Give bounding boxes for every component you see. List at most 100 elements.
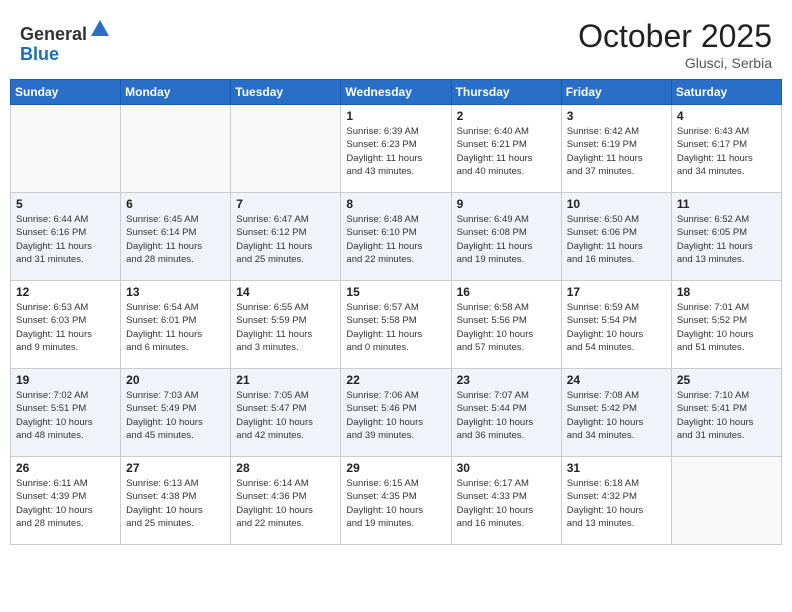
day-number: 6 [126, 197, 225, 211]
day-info: Sunrise: 6:48 AM Sunset: 6:10 PM Dayligh… [346, 213, 445, 266]
day-info: Sunrise: 7:05 AM Sunset: 5:47 PM Dayligh… [236, 389, 335, 442]
day-number: 24 [567, 373, 666, 387]
day-info: Sunrise: 6:45 AM Sunset: 6:14 PM Dayligh… [126, 213, 225, 266]
calendar-day-cell: 17Sunrise: 6:59 AM Sunset: 5:54 PM Dayli… [561, 281, 671, 369]
calendar-day-cell: 16 Sunrise: 6:58 AM Sunset: 5:56 PM Dayli… [451, 281, 561, 369]
day-info: Sunrise: 6:18 AM Sunset: 4:32 PM Dayligh… [567, 477, 666, 530]
day-info: Sunrise: 6:54 AM Sunset: 6:01 PM Dayligh… [126, 301, 225, 354]
day-info: Sunrise: 6:57 AM Sunset: 5:58 PM Dayligh… [346, 301, 445, 354]
day-number: 2 [457, 109, 556, 123]
calendar-day-cell: 20Sunrise: 7:03 AM Sunset: 5:49 PM Dayli… [121, 369, 231, 457]
day-number: 28 [236, 461, 335, 475]
calendar-day-cell: 10 Sunrise: 6:50 AM Sunset: 6:06 PM Dayli… [561, 193, 671, 281]
calendar-day-cell: 11 Sunrise: 6:52 AM Sunset: 6:05 PM Dayli… [671, 193, 781, 281]
calendar-week-row: 26 Sunrise: 6:11 AM Sunset: 4:39 PM Dayli… [11, 457, 782, 545]
day-number: 29 [346, 461, 445, 475]
calendar-day-cell: 27Sunrise: 6:13 AM Sunset: 4:38 PM Dayli… [121, 457, 231, 545]
weekday-header-saturday: Saturday [671, 80, 781, 105]
calendar-day-cell: 1 Sunrise: 6:39 AM Sunset: 6:23 PM Daylig… [341, 105, 451, 193]
calendar-day-cell: 30Sunrise: 6:17 AM Sunset: 4:33 PM Dayli… [451, 457, 561, 545]
day-number: 1 [346, 109, 445, 123]
day-info: Sunrise: 6:44 AM Sunset: 6:16 PM Dayligh… [16, 213, 115, 266]
logo-icon [89, 18, 111, 40]
weekday-header-thursday: Thursday [451, 80, 561, 105]
day-number: 9 [457, 197, 556, 211]
weekday-header-monday: Monday [121, 80, 231, 105]
day-number: 5 [16, 197, 115, 211]
day-number: 16 [457, 285, 556, 299]
day-info: Sunrise: 6:14 AM Sunset: 4:36 PM Dayligh… [236, 477, 335, 530]
calendar-week-row: 12 Sunrise: 6:53 AM Sunset: 6:03 PM Dayli… [11, 281, 782, 369]
calendar-day-cell: 5 Sunrise: 6:44 AM Sunset: 6:16 PM Daylig… [11, 193, 121, 281]
calendar-day-cell: 24 Sunrise: 7:08 AM Sunset: 5:42 PM Dayli… [561, 369, 671, 457]
day-info: Sunrise: 7:08 AM Sunset: 5:42 PM Dayligh… [567, 389, 666, 442]
calendar-empty-cell [121, 105, 231, 193]
calendar-day-cell: 14 Sunrise: 6:55 AM Sunset: 5:59 PM Dayli… [231, 281, 341, 369]
calendar-day-cell: 21 Sunrise: 7:05 AM Sunset: 5:47 PM Dayli… [231, 369, 341, 457]
day-info: Sunrise: 6:52 AM Sunset: 6:05 PM Dayligh… [677, 213, 776, 266]
day-number: 11 [677, 197, 776, 211]
calendar-day-cell: 28 Sunrise: 6:14 AM Sunset: 4:36 PM Dayli… [231, 457, 341, 545]
day-info: Sunrise: 6:50 AM Sunset: 6:06 PM Dayligh… [567, 213, 666, 266]
day-info: Sunrise: 6:55 AM Sunset: 5:59 PM Dayligh… [236, 301, 335, 354]
day-number: 26 [16, 461, 115, 475]
day-number: 10 [567, 197, 666, 211]
day-number: 31 [567, 461, 666, 475]
day-info: Sunrise: 7:03 AM Sunset: 5:49 PM Dayligh… [126, 389, 225, 442]
calendar-day-cell: 4Sunrise: 6:43 AM Sunset: 6:17 PM Daylig… [671, 105, 781, 193]
day-number: 7 [236, 197, 335, 211]
day-info: Sunrise: 6:11 AM Sunset: 4:39 PM Dayligh… [16, 477, 115, 530]
weekday-header-wednesday: Wednesday [341, 80, 451, 105]
day-info: Sunrise: 7:06 AM Sunset: 5:46 PM Dayligh… [346, 389, 445, 442]
day-info: Sunrise: 6:58 AM Sunset: 5:56 PM Dayligh… [457, 301, 556, 354]
day-info: Sunrise: 6:40 AM Sunset: 6:21 PM Dayligh… [457, 125, 556, 178]
weekday-header-row: SundayMondayTuesdayWednesdayThursdayFrid… [11, 80, 782, 105]
day-info: Sunrise: 7:02 AM Sunset: 5:51 PM Dayligh… [16, 389, 115, 442]
calendar-week-row: 19Sunrise: 7:02 AM Sunset: 5:51 PM Dayli… [11, 369, 782, 457]
weekday-header-friday: Friday [561, 80, 671, 105]
weekday-header-sunday: Sunday [11, 80, 121, 105]
day-number: 23 [457, 373, 556, 387]
day-info: Sunrise: 6:15 AM Sunset: 4:35 PM Dayligh… [346, 477, 445, 530]
logo-blue: Blue [20, 44, 59, 64]
calendar-day-cell: 25Sunrise: 7:10 AM Sunset: 5:41 PM Dayli… [671, 369, 781, 457]
calendar-day-cell: 31 Sunrise: 6:18 AM Sunset: 4:32 PM Dayli… [561, 457, 671, 545]
day-number: 18 [677, 285, 776, 299]
month-title: October 2025 [578, 18, 772, 55]
calendar-day-cell: 22 Sunrise: 7:06 AM Sunset: 5:46 PM Dayli… [341, 369, 451, 457]
day-info: Sunrise: 7:07 AM Sunset: 5:44 PM Dayligh… [457, 389, 556, 442]
day-info: Sunrise: 6:13 AM Sunset: 4:38 PM Dayligh… [126, 477, 225, 530]
day-info: Sunrise: 6:17 AM Sunset: 4:33 PM Dayligh… [457, 477, 556, 530]
calendar-day-cell: 18 Sunrise: 7:01 AM Sunset: 5:52 PM Dayli… [671, 281, 781, 369]
calendar-day-cell: 26 Sunrise: 6:11 AM Sunset: 4:39 PM Dayli… [11, 457, 121, 545]
weekday-header-tuesday: Tuesday [231, 80, 341, 105]
location: Glusci, Serbia [578, 55, 772, 71]
calendar-empty-cell [11, 105, 121, 193]
calendar-day-cell: 13Sunrise: 6:54 AM Sunset: 6:01 PM Dayli… [121, 281, 231, 369]
day-number: 14 [236, 285, 335, 299]
day-info: Sunrise: 7:01 AM Sunset: 5:52 PM Dayligh… [677, 301, 776, 354]
day-number: 12 [16, 285, 115, 299]
day-info: Sunrise: 6:59 AM Sunset: 5:54 PM Dayligh… [567, 301, 666, 354]
calendar-empty-cell [671, 457, 781, 545]
day-info: Sunrise: 6:43 AM Sunset: 6:17 PM Dayligh… [677, 125, 776, 178]
calendar-day-cell: 29 Sunrise: 6:15 AM Sunset: 4:35 PM Dayli… [341, 457, 451, 545]
calendar-day-cell: 7 Sunrise: 6:47 AM Sunset: 6:12 PM Daylig… [231, 193, 341, 281]
calendar-day-cell: 3 Sunrise: 6:42 AM Sunset: 6:19 PM Daylig… [561, 105, 671, 193]
calendar-day-cell: 23 Sunrise: 7:07 AM Sunset: 5:44 PM Dayli… [451, 369, 561, 457]
calendar-day-cell: 9 Sunrise: 6:49 AM Sunset: 6:08 PM Daylig… [451, 193, 561, 281]
day-info: Sunrise: 6:49 AM Sunset: 6:08 PM Dayligh… [457, 213, 556, 266]
calendar-day-cell: 12 Sunrise: 6:53 AM Sunset: 6:03 PM Dayli… [11, 281, 121, 369]
calendar-empty-cell [231, 105, 341, 193]
day-number: 3 [567, 109, 666, 123]
day-info: Sunrise: 6:39 AM Sunset: 6:23 PM Dayligh… [346, 125, 445, 178]
calendar-day-cell: 8Sunrise: 6:48 AM Sunset: 6:10 PM Daylig… [341, 193, 451, 281]
day-info: Sunrise: 6:53 AM Sunset: 6:03 PM Dayligh… [16, 301, 115, 354]
day-info: Sunrise: 6:47 AM Sunset: 6:12 PM Dayligh… [236, 213, 335, 266]
calendar-day-cell: 15Sunrise: 6:57 AM Sunset: 5:58 PM Dayli… [341, 281, 451, 369]
calendar-day-cell: 2 Sunrise: 6:40 AM Sunset: 6:21 PM Daylig… [451, 105, 561, 193]
day-info: Sunrise: 6:42 AM Sunset: 6:19 PM Dayligh… [567, 125, 666, 178]
day-number: 22 [346, 373, 445, 387]
day-number: 21 [236, 373, 335, 387]
title-block: October 2025 Glusci, Serbia [578, 18, 772, 71]
